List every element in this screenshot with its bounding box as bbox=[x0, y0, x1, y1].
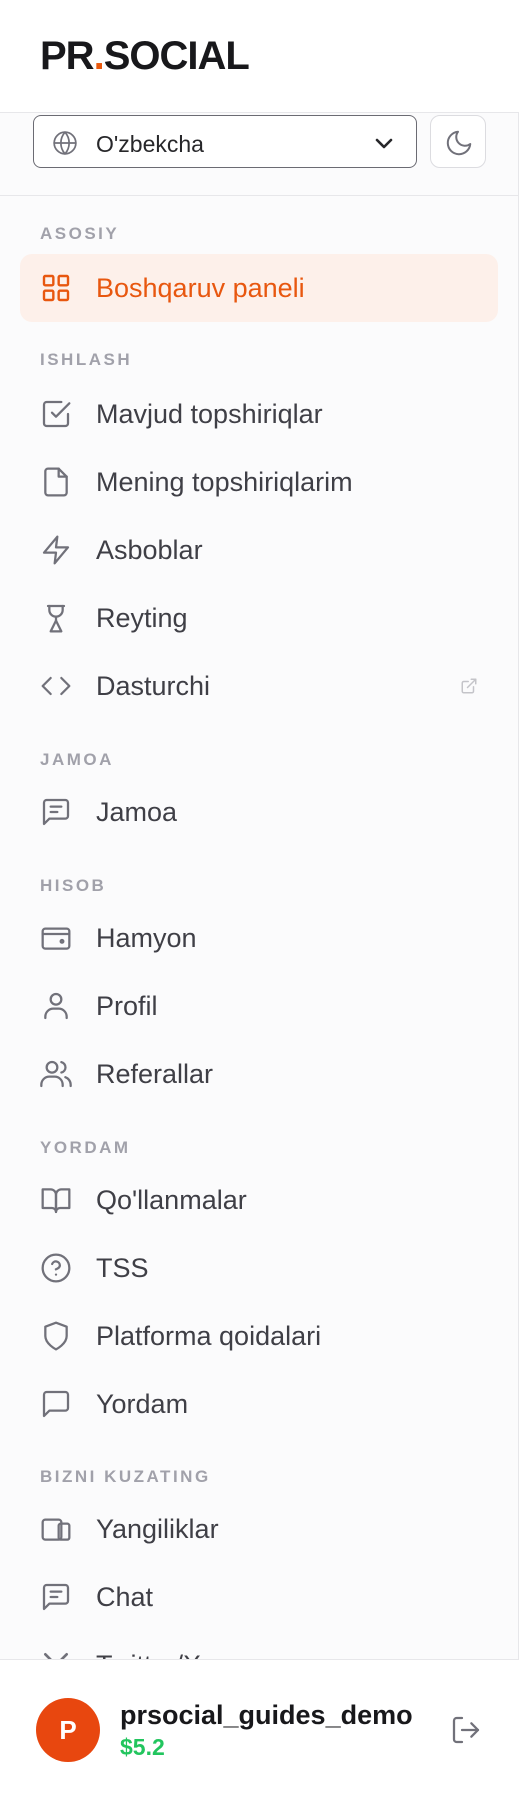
nav-item-tss[interactable]: TSS bbox=[20, 1234, 498, 1302]
avatar[interactable]: P bbox=[36, 1698, 100, 1762]
nav-item-mening-topshiriqlarim[interactable]: Mening topshiriqlarim bbox=[20, 448, 498, 516]
nav-item-platforma-qoidalari[interactable]: Platforma qoidalari bbox=[20, 1302, 498, 1370]
nav-item-label: Qo'llanmalar bbox=[96, 1185, 247, 1215]
nav-item-label: Mening topshiriqlarim bbox=[96, 467, 353, 497]
shield-icon bbox=[44, 1321, 68, 1351]
sidebar: PR.SOCIAL O'zbekcha ASOSIY Boshqaruv pan… bbox=[0, 0, 519, 1800]
section-title: ISHLASH bbox=[40, 350, 133, 369]
external-link-icon bbox=[461, 678, 477, 694]
chevron-down-icon bbox=[375, 138, 393, 149]
balance: $5.2 bbox=[120, 1734, 165, 1760]
help-circle-icon bbox=[41, 1253, 71, 1283]
app-logo[interactable]: PR.SOCIAL bbox=[40, 34, 250, 79]
nav-item-yordam[interactable]: Yordam bbox=[20, 1370, 498, 1438]
message-square-text-icon bbox=[42, 798, 70, 826]
section-title: BIZNI KUZATING bbox=[40, 1467, 211, 1486]
grid-icon bbox=[42, 274, 70, 302]
logout-icon[interactable] bbox=[450, 1714, 482, 1746]
username: prsocial_guides_demo bbox=[120, 1700, 413, 1730]
users-icon bbox=[40, 1060, 72, 1088]
section-title: JAMOA bbox=[40, 750, 114, 769]
nav-item-reyting[interactable]: Reyting bbox=[20, 584, 498, 652]
nav-item-mavjud-topshiriqlar[interactable]: Mavjud topshiriqlar bbox=[20, 380, 498, 448]
nav-item-yangiliklar[interactable]: Yangiliklar bbox=[20, 1495, 498, 1563]
nav-item-label: Yordam bbox=[96, 1389, 189, 1419]
nav-item-label: Mavjud topshiriqlar bbox=[96, 399, 323, 429]
devices-icon bbox=[41, 1518, 71, 1541]
nav-item-label: Referallar bbox=[96, 1059, 214, 1089]
nav-item-asboblar[interactable]: Asboblar bbox=[20, 516, 498, 584]
lightning-icon bbox=[42, 535, 70, 565]
book-icon bbox=[41, 1188, 71, 1214]
checkbox-icon bbox=[42, 400, 71, 428]
logo-bar: PR.SOCIAL bbox=[0, 0, 519, 113]
nav-item-label: Chat bbox=[96, 1582, 154, 1612]
nav-item-hamyon[interactable]: Hamyon bbox=[20, 904, 498, 972]
moon-icon bbox=[446, 130, 472, 156]
nav-item-label: Boshqaruv paneli bbox=[96, 273, 305, 303]
nav-item-profil[interactable]: Profil bbox=[20, 972, 498, 1040]
language-label: O'zbekcha bbox=[96, 131, 204, 157]
language-select[interactable]: O'zbekcha bbox=[33, 115, 417, 168]
section-title: YORDAM bbox=[40, 1138, 131, 1157]
nav-item-label: Yangiliklar bbox=[96, 1514, 219, 1544]
nav-item-chat[interactable]: Chat bbox=[20, 1563, 498, 1631]
nav-item-label: Dasturchi bbox=[96, 671, 211, 701]
nav-item-referallar[interactable]: Referallar bbox=[20, 1040, 498, 1108]
trophy-icon bbox=[46, 604, 66, 633]
nav-item-dasturchi[interactable]: Dasturchi bbox=[20, 652, 498, 720]
nav-item-label: Profil bbox=[96, 991, 158, 1021]
divider bbox=[0, 195, 519, 196]
nav-item-label: Platforma qoidalari bbox=[96, 1321, 322, 1351]
nav-item-label: TSS bbox=[96, 1253, 149, 1283]
nav-item-qollanmalar[interactable]: Qo'llanmalar bbox=[20, 1166, 498, 1234]
nav-item-label: Jamoa bbox=[96, 797, 178, 827]
theme-toggle-button[interactable] bbox=[430, 115, 486, 168]
code-icon bbox=[41, 676, 71, 696]
globe-icon bbox=[53, 131, 77, 155]
message-square-icon bbox=[42, 1390, 70, 1418]
user-footer: P prsocial_guides_demo $5.2 bbox=[0, 1659, 519, 1800]
section-title: ASOSIY bbox=[40, 224, 120, 243]
nav-item-label: Asboblar bbox=[96, 535, 203, 565]
nav-item-jamoa[interactable]: Jamoa bbox=[20, 778, 498, 846]
wallet-icon bbox=[41, 927, 71, 950]
nav-item-boshqaruv-paneli[interactable]: Boshqaruv paneli bbox=[20, 254, 498, 322]
user-icon bbox=[44, 992, 68, 1020]
nav-item-label: Hamyon bbox=[96, 923, 197, 953]
chat-icon bbox=[42, 1583, 70, 1611]
file-icon bbox=[44, 467, 68, 497]
section-title: HISOB bbox=[40, 876, 107, 895]
nav-item-label: Reyting bbox=[96, 603, 188, 633]
